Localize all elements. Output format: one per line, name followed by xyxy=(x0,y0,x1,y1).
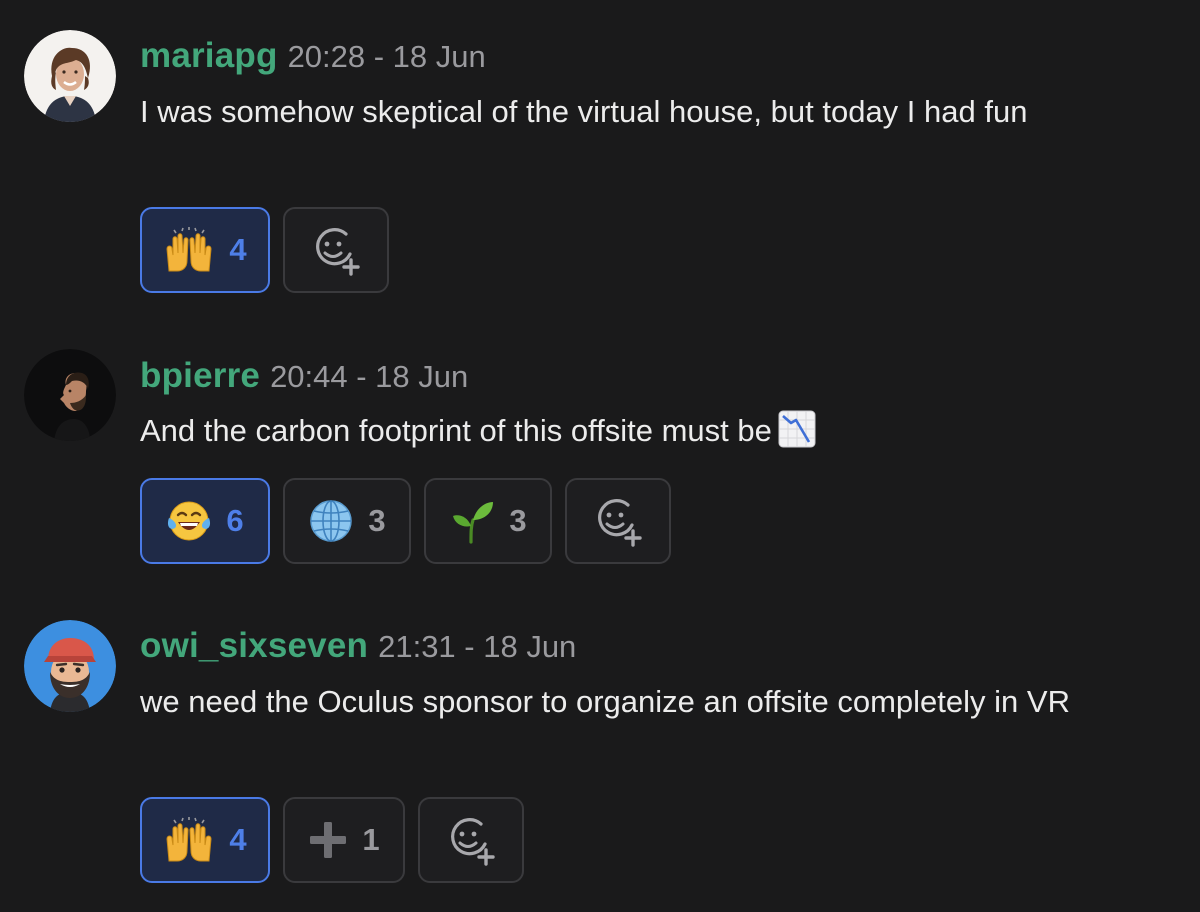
reaction-bar: 4 xyxy=(140,207,389,293)
reaction-count: 1 xyxy=(362,822,380,857)
add-reaction-icon xyxy=(445,814,497,866)
add-reaction-button[interactable] xyxy=(565,478,671,564)
raising-hands-icon xyxy=(163,227,215,273)
username[interactable]: bpierre xyxy=(140,356,260,395)
plus-icon xyxy=(308,820,348,860)
reaction-count: 3 xyxy=(509,503,527,538)
username[interactable]: owi_sixseven xyxy=(140,626,368,665)
reaction-seedling[interactable]: 3 xyxy=(424,478,552,564)
timestamp: 20:44 - 18 Jun xyxy=(270,359,469,394)
tears-of-joy-icon xyxy=(166,498,212,544)
raising-hands-icon xyxy=(163,817,215,863)
reaction-globe[interactable]: 3 xyxy=(283,478,411,564)
user-avatar[interactable] xyxy=(24,620,116,712)
message-header: owi_sixseven 21:31 - 18 Jun xyxy=(140,626,576,673)
add-reaction-icon xyxy=(310,224,362,276)
username[interactable]: mariapg xyxy=(140,36,278,75)
user-avatar[interactable] xyxy=(24,349,116,441)
add-reaction-button[interactable] xyxy=(418,797,524,883)
reaction-plus[interactable]: 1 xyxy=(283,797,405,883)
reaction-count: 3 xyxy=(368,503,386,538)
reaction-count: 4 xyxy=(229,822,247,857)
reaction-raising-hands[interactable]: 4 xyxy=(140,797,270,883)
reaction-bar: 4 1 xyxy=(140,797,524,883)
reaction-bar: 6 3 3 xyxy=(140,478,671,564)
reaction-count: 4 xyxy=(229,232,247,267)
add-reaction-icon xyxy=(592,495,644,547)
message-text: we need the Oculus sponsor to organize a… xyxy=(140,684,1070,719)
message-text: I was somehow skeptical of the virtual h… xyxy=(140,94,1028,129)
timestamp: 20:28 - 18 Jun xyxy=(287,39,486,74)
message-header: bpierre 20:44 - 18 Jun xyxy=(140,356,468,403)
globe-meridians-icon xyxy=(308,498,354,544)
chart-decreasing-icon xyxy=(778,410,816,448)
message-text-content: And the carbon footprint of this offsite… xyxy=(140,413,772,448)
reaction-tears-of-joy[interactable]: 6 xyxy=(140,478,270,564)
add-reaction-button[interactable] xyxy=(283,207,389,293)
message-feed: mariapg 20:28 - 18 Jun I was somehow skep… xyxy=(0,0,1200,912)
user-avatar[interactable] xyxy=(24,30,116,122)
seedling-icon xyxy=(449,498,495,544)
timestamp: 21:31 - 18 Jun xyxy=(378,629,577,664)
reaction-raising-hands[interactable]: 4 xyxy=(140,207,270,293)
reaction-count: 6 xyxy=(226,503,244,538)
message-text: And the carbon footprint of this offsite… xyxy=(140,407,1120,454)
message-header: mariapg 20:28 - 18 Jun xyxy=(140,36,486,83)
